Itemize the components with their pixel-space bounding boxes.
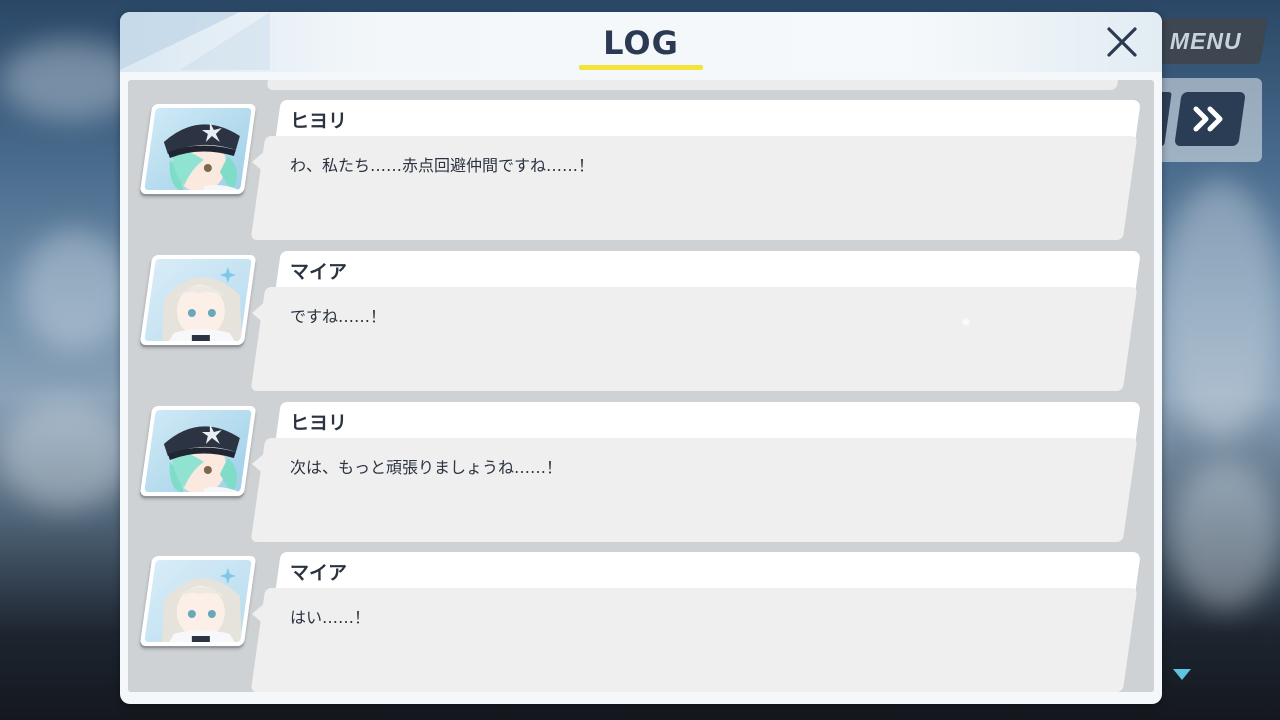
maia-portrait-icon <box>161 267 242 341</box>
log-window: LOG ヒヨリ わ、私たち……赤点回避仲間ですね……！ マイア ですね……！ ヒ… <box>120 12 1162 704</box>
speaker-name: マイア <box>290 562 348 584</box>
avatar <box>139 255 257 345</box>
previous-entry-edge <box>266 80 1120 90</box>
dialogue-text: わ、私たち……赤点回避仲間ですね……！ <box>290 156 595 175</box>
log-list[interactable]: ヒヨリ わ、私たち……赤点回避仲間ですね……！ マイア ですね……！ ヒヨリ 次… <box>128 80 1154 692</box>
dialogue-text: ですね……！ <box>290 307 387 326</box>
hiyori-portrait-icon <box>163 424 244 492</box>
speaker-name: ヒヨリ <box>290 110 348 132</box>
log-header: LOG <box>120 12 1162 72</box>
hiyori-portrait-icon <box>163 122 244 190</box>
dialogue-bubble <box>250 588 1138 692</box>
triangle-down-icon[interactable] <box>1172 668 1192 682</box>
fast-forward-button[interactable] <box>1174 92 1246 146</box>
speaker-name: ヒヨリ <box>290 412 348 434</box>
log-entry: ヒヨリ 次は、もっと頑張りましょうね……！ <box>128 402 1154 548</box>
log-entry: マイア ですね……！ <box>128 251 1154 397</box>
avatar <box>139 104 257 194</box>
avatar <box>139 556 257 646</box>
log-entry: ヒヨリ わ、私たち……赤点回避仲間ですね……！ <box>128 100 1154 246</box>
fast-forward-icon <box>1193 106 1223 132</box>
dialogue-text: 次は、もっと頑張りましょうね……！ <box>290 458 563 477</box>
log-entry: マイア はい……！ <box>128 552 1154 692</box>
title-underline <box>579 65 703 70</box>
avatar <box>139 406 257 496</box>
sparkle-effect <box>962 318 970 326</box>
menu-label: MENU <box>1170 27 1242 54</box>
menu-button[interactable]: MENU <box>1143 18 1269 64</box>
close-x-icon <box>1107 27 1137 57</box>
close-button[interactable] <box>1102 22 1142 62</box>
maia-portrait-icon <box>161 568 242 642</box>
log-title: LOG <box>603 24 679 62</box>
speaker-name: マイア <box>290 261 348 283</box>
dialogue-text: はい……！ <box>290 608 371 627</box>
